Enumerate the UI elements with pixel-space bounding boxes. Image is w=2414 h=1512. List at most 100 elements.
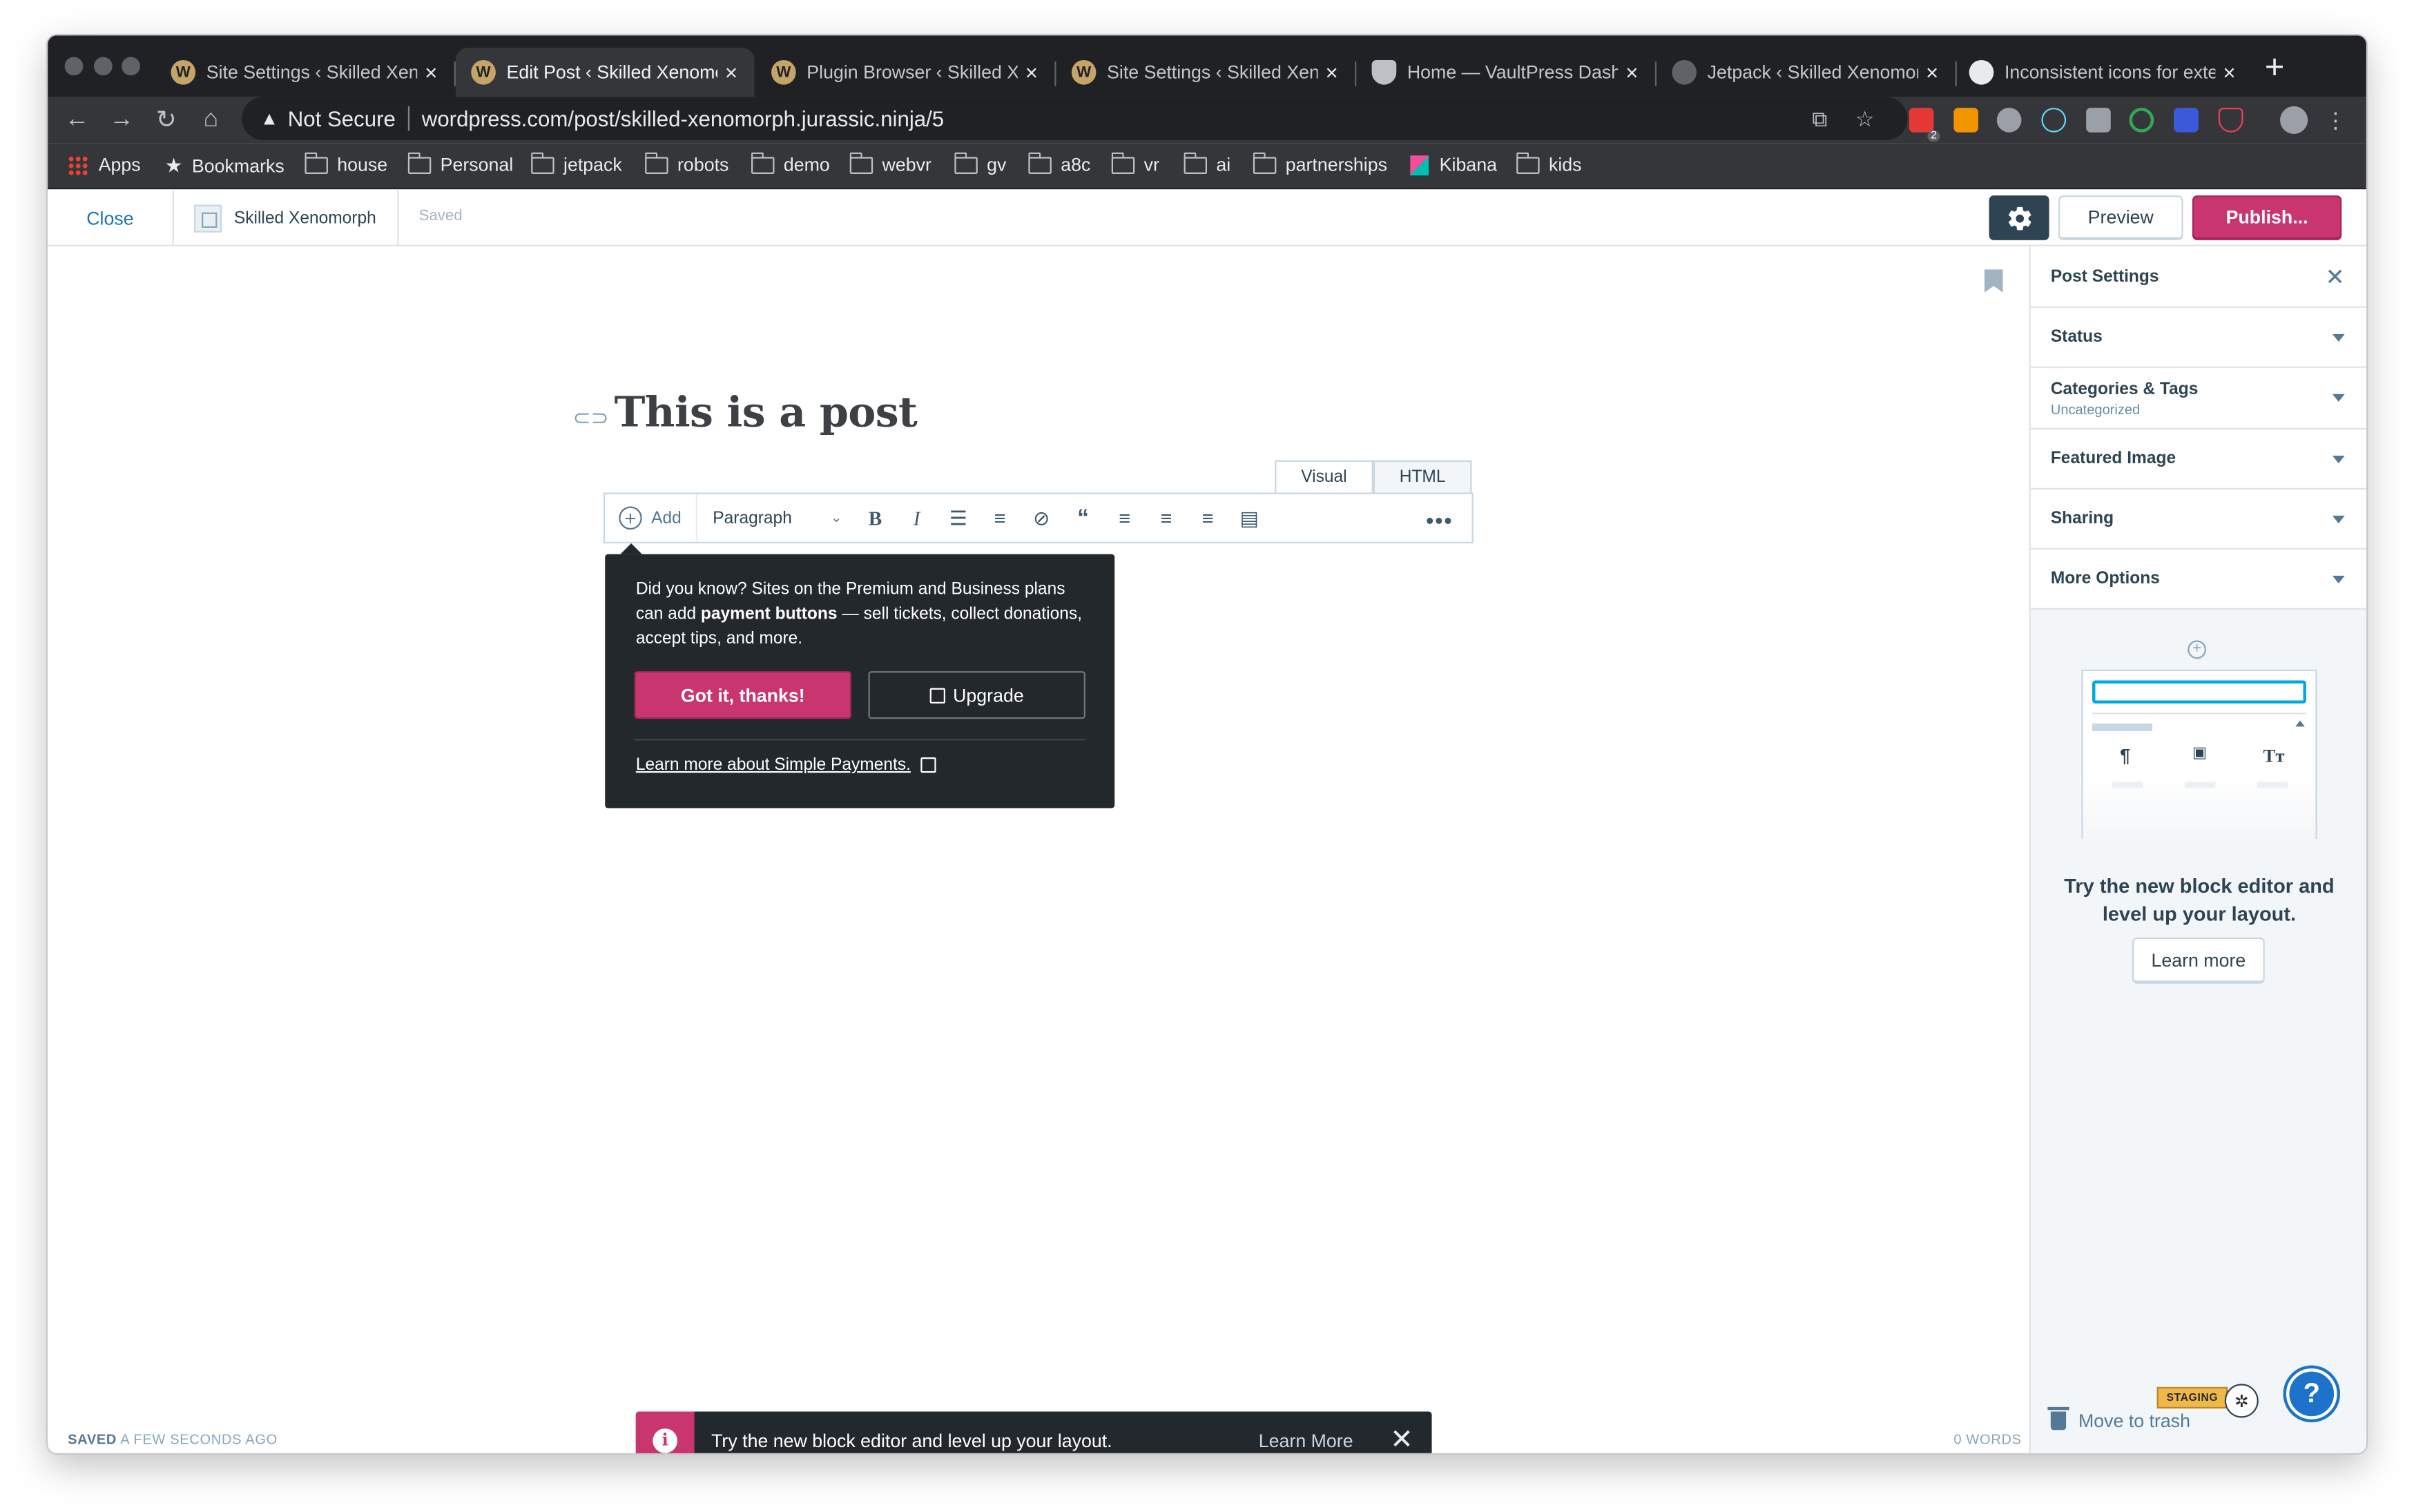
align-right-icon[interactable]: ≡ [1187,494,1228,542]
help-button[interactable]: ? [2286,1368,2337,1419]
home-icon[interactable]: ⌂ [193,101,230,139]
browser-tab[interactable]: W Plugin Browser ‹ Skilled Xe × [756,48,1056,97]
editor-masterbar: Close Skilled Xenomorph Saved Preview Pu… [48,189,2366,246]
bookmark-folder[interactable]: Personal [407,151,513,175]
window-close-dot[interactable] [64,57,84,76]
read-more-icon[interactable]: ▤ [1228,494,1270,542]
notice-learn-more-link[interactable]: Learn More [1259,1429,1353,1451]
open-external-icon[interactable]: ⧉ [1812,106,1827,133]
bookmark-folder[interactable]: kids [1516,151,1582,175]
format-label: Paragraph [713,508,792,527]
bullet-list-icon[interactable]: ☰ [938,494,979,542]
align-center-icon[interactable]: ≡ [1146,494,1187,542]
info-extension-icon[interactable] [2174,108,2199,133]
sidebar-section-featured-image[interactable]: Featured Image [2030,429,2366,490]
close-tab-icon[interactable]: × [717,60,745,85]
close-tab-icon[interactable]: × [1018,60,1045,85]
saved-status-footer: SAVED A FEW SECONDS AGO [68,1431,278,1447]
paragraph-format-select[interactable]: Paragraph ⌄ [697,494,854,542]
bookmark-folder[interactable]: robots [644,151,728,175]
close-icon[interactable]: ✕ [1390,1424,1413,1453]
quote-icon[interactable]: “ [1062,494,1103,542]
new-tab-icon[interactable]: + [2265,50,2285,85]
profile-avatar[interactable] [2280,106,2308,134]
heading-icon: Tт [2263,745,2285,767]
bookmark-kibana[interactable]: Kibana [1410,154,1497,175]
settings-toggle-button[interactable] [1989,195,2049,240]
numbered-list-icon[interactable]: ≡ [979,494,1021,542]
editor-area: ⊂⊃ This is a post Visual HTML + Add Para… [48,246,2029,1453]
save-status: Saved [418,207,463,225]
bookmark-folder[interactable]: ai [1183,151,1230,175]
sidebar-section-more-options[interactable]: More Options [2030,549,2366,610]
close-tab-icon[interactable]: × [2215,60,2243,85]
sidebar-section-sharing[interactable]: Sharing [2030,490,2366,550]
caret-down-icon [2332,394,2345,402]
react-devtools-icon[interactable] [2041,108,2067,133]
link-icon[interactable]: ⊘ [1021,494,1062,542]
link-icon[interactable]: ⊂⊃ [572,405,608,431]
close-editor-link[interactable]: Close [48,189,174,246]
close-tab-icon[interactable]: × [1618,60,1645,85]
bookmark-folder[interactable]: a8c [1027,151,1090,175]
browser-tab[interactable]: Home — VaultPress Dashb × [1356,48,1657,97]
bookmark-folder[interactable]: partnerships [1252,151,1387,175]
browser-tab[interactable]: Inconsistent icons for exte × [1953,48,2252,97]
sidebar-section-status[interactable]: Status [2030,307,2366,368]
bookmark-apps[interactable]: Apps [68,154,141,175]
wordpress-icon: W [1071,59,1097,85]
window-minimize-dot[interactable] [94,57,113,76]
learn-simple-payments-link[interactable]: Learn more about Simple Payments. [636,756,936,774]
browser-tab[interactable]: W Site Settings ‹ Skilled Xeno × [155,48,456,97]
star-icon[interactable]: ☆ [1855,106,1875,133]
forward-icon[interactable]: → [103,101,140,139]
bookmark-folder[interactable]: vr [1110,151,1159,175]
browser-tab-active[interactable]: W Edit Post ‹ Skilled Xenomo × [455,48,755,97]
metamask-icon[interactable] [1953,108,1979,133]
bookmark-folder[interactable]: jetpack [530,151,622,175]
reload-icon[interactable]: ↻ [148,101,185,139]
menu-kebab-icon[interactable]: ⋮ [2317,101,2355,139]
ublock-icon[interactable] [2086,108,2111,133]
preview-button[interactable]: Preview [2058,195,2183,240]
lightbulb-extension-icon[interactable] [1996,108,2022,133]
plus-circle-icon: + [619,506,642,530]
bold-icon[interactable]: B [854,494,896,542]
editor-mode-tabs: Visual HTML [1275,460,1472,494]
address-bar[interactable]: ▲ Not Secure wordpress.com/post/skilled-… [242,97,1908,140]
site-icon [193,204,222,232]
close-tab-icon[interactable]: × [1918,60,1946,85]
close-tab-icon[interactable]: × [1318,60,1346,85]
bookmark-folder[interactable]: webvr [849,151,931,175]
tab-title: Edit Post ‹ Skilled Xenomo [506,61,717,84]
browser-tab[interactable]: W Site Settings ‹ Skilled Xen × [1056,48,1357,97]
site-link[interactable]: Skilled Xenomorph [174,189,399,246]
close-tab-icon[interactable]: × [417,60,445,85]
pocket-icon[interactable] [2218,108,2243,133]
align-left-icon[interactable]: ≡ [1104,494,1146,542]
bookmark-bookmarks[interactable]: ★ Bookmarks [165,154,284,179]
window-zoom-dot[interactable] [122,57,140,76]
move-to-trash-button[interactable]: Move to trash [2047,1406,2190,1432]
word-count: 0 WORDS [1953,1431,2022,1447]
bug-icon[interactable]: ✲ [2224,1384,2259,1418]
tab-html[interactable]: HTML [1373,460,1472,494]
italic-icon[interactable]: I [896,494,938,542]
upgrade-button[interactable]: Upgrade [868,671,1085,719]
add-media-button[interactable]: + Add [605,494,698,542]
post-title[interactable]: This is a post [615,389,918,437]
bookmark-folder[interactable]: house [304,151,387,175]
publish-button[interactable]: Publish... [2192,195,2342,240]
learn-more-button[interactable]: Learn more [2132,937,2265,984]
close-icon[interactable]: ✕ [2326,262,2345,290]
back-icon[interactable]: ← [59,101,96,139]
bookmark-folder[interactable]: demo [750,151,830,175]
more-options-icon[interactable]: ••• [1426,508,1454,533]
got-it-button[interactable]: Got it, thanks! [634,671,851,719]
grammarly-icon[interactable] [2129,108,2154,133]
sidebar-section-categories[interactable]: Categories & Tags Uncategorized [2030,367,2366,430]
calendar-extension-icon[interactable]: 2 [1909,108,1940,142]
browser-tab[interactable]: Jetpack ‹ Skilled Xenomor × [1657,48,1957,97]
bookmark-folder[interactable]: gv [954,151,1006,175]
tab-visual[interactable]: Visual [1275,460,1373,494]
